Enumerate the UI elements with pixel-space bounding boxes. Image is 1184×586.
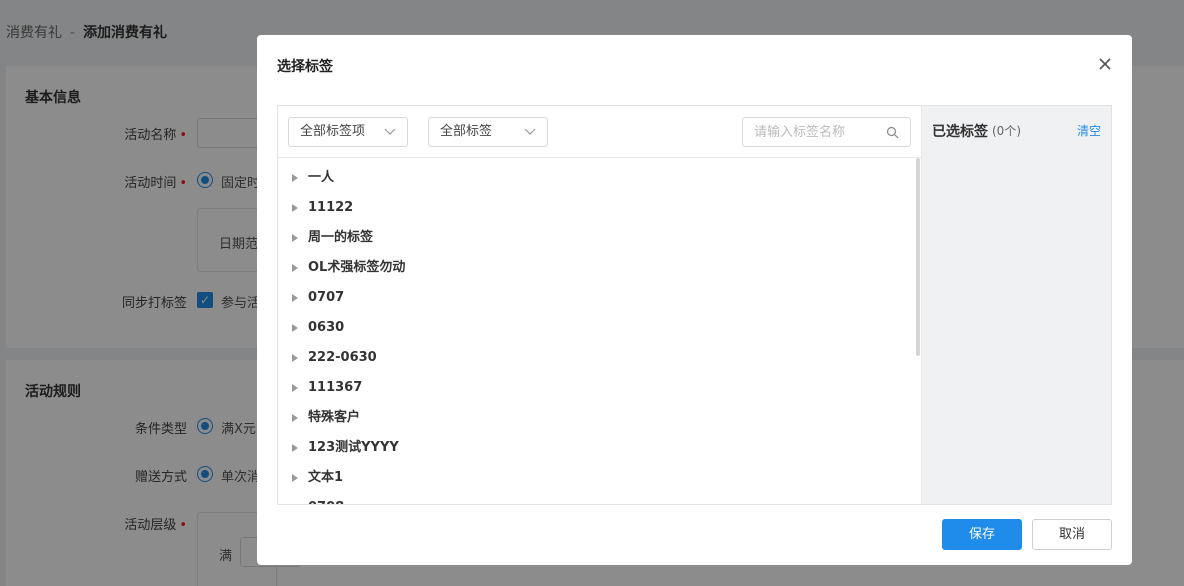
chevron-down-icon xyxy=(524,128,536,135)
tree-node[interactable]: OL术强标签勿动 xyxy=(278,253,914,283)
tree-node[interactable]: 111367 xyxy=(278,373,914,403)
clear-selected-link[interactable]: 清空 xyxy=(1077,122,1101,139)
tree-node-label: 111367 xyxy=(308,380,363,395)
search-icon[interactable] xyxy=(886,126,899,139)
tag-group-select-value: 全部标签项 xyxy=(300,124,366,139)
tree-node-label: 0707 xyxy=(308,290,345,305)
select-tags-dialog: 选择标签 全部标签项 全部标签 一人 11122 周一的标签 OL术强标签勿动 0707… xyxy=(257,35,1132,565)
caret-right-icon[interactable] xyxy=(292,384,298,392)
tree-node[interactable]: 222-0630 xyxy=(278,343,914,373)
caret-right-icon[interactable] xyxy=(292,474,298,482)
selected-tags-count: (0个) xyxy=(992,124,1021,138)
tree-node[interactable]: 11122 xyxy=(278,193,914,223)
selected-tags-title: 已选标签 xyxy=(932,124,988,140)
tree-node[interactable]: 特殊客户 xyxy=(278,403,914,433)
tag-picker-panel: 全部标签项 全部标签 一人 11122 周一的标签 OL术强标签勿动 0707 0630 2… xyxy=(277,105,1112,505)
tree-node-label: 123测试YYYY xyxy=(308,440,399,455)
selected-tags-panel: 已选标签 (0个) 清空 xyxy=(921,106,1111,504)
caret-right-icon[interactable] xyxy=(292,174,298,182)
tag-search-input[interactable] xyxy=(743,118,878,146)
dialog-title: 选择标签 xyxy=(277,59,333,75)
tag-search-box xyxy=(742,117,911,147)
tree-node-label: 周一的标签 xyxy=(308,230,374,245)
tree-node[interactable]: 一人 xyxy=(278,163,914,193)
tree-node-label: OL术强标签勿动 xyxy=(308,260,406,275)
tree-node-label: 222-0630 xyxy=(308,350,377,365)
tree-node-label: 特殊客户 xyxy=(308,410,361,425)
tree-node[interactable]: 0708 xyxy=(278,493,914,504)
cancel-button[interactable]: 取消 xyxy=(1032,519,1112,550)
filter-toolbar: 全部标签项 全部标签 xyxy=(278,106,921,158)
tree-node-label: 0630 xyxy=(308,320,345,335)
tag-list-panel: 全部标签项 全部标签 一人 11122 周一的标签 OL术强标签勿动 0707 0630 2… xyxy=(278,106,921,504)
caret-right-icon[interactable] xyxy=(292,204,298,212)
caret-right-icon[interactable] xyxy=(292,354,298,362)
save-button[interactable]: 保存 xyxy=(942,519,1022,550)
tree-node-label: 0708 xyxy=(308,493,344,504)
tree-node[interactable]: 123测试YYYY xyxy=(278,433,914,463)
caret-right-icon[interactable] xyxy=(292,234,298,242)
close-icon[interactable] xyxy=(1094,53,1116,75)
chevron-down-icon xyxy=(384,128,396,135)
caret-right-icon[interactable] xyxy=(292,414,298,422)
tag-select[interactable]: 全部标签 xyxy=(428,117,548,147)
tree-node[interactable]: 文本1 xyxy=(278,463,914,493)
tree-node[interactable]: 0630 xyxy=(278,313,914,343)
caret-right-icon[interactable] xyxy=(292,444,298,452)
tag-tree-scrollbar[interactable] xyxy=(916,158,920,356)
tree-node-label: 文本1 xyxy=(308,470,344,485)
caret-right-icon[interactable] xyxy=(292,324,298,332)
tag-select-value: 全部标签 xyxy=(440,124,493,139)
caret-right-icon[interactable] xyxy=(292,264,298,272)
tree-node[interactable]: 0707 xyxy=(278,283,914,313)
tag-group-select[interactable]: 全部标签项 xyxy=(288,117,408,147)
tree-node-label: 一人 xyxy=(308,170,335,185)
tree-node-label: 11122 xyxy=(308,200,354,215)
tag-tree: 一人 11122 周一的标签 OL术强标签勿动 0707 0630 222-0630 1113… xyxy=(278,158,921,504)
caret-right-icon[interactable] xyxy=(292,294,298,302)
tree-node[interactable]: 周一的标签 xyxy=(278,223,914,253)
